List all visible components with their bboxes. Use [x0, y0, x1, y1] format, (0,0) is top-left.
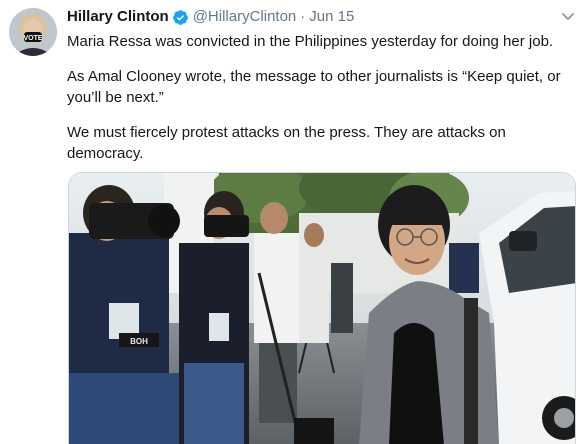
- separator-dot: ·: [300, 8, 306, 25]
- tweet-paragraph: As Amal Clooney wrote, the message to ot…: [67, 68, 561, 106]
- chevron-down-icon[interactable]: [559, 10, 577, 24]
- tweet-photo[interactable]: BOH: [68, 172, 576, 444]
- tweet-header: Hillary Clinton @HillaryClinton · Jun 15: [67, 6, 567, 28]
- vest-text: BOH: [130, 337, 148, 346]
- tweet-paragraph: We must fiercely protest attacks on the …: [67, 124, 506, 162]
- avatar-mask-text: VOTE: [23, 35, 42, 42]
- avatar[interactable]: VOTE: [9, 8, 57, 56]
- verified-badge-icon: [172, 9, 189, 26]
- tweet-text: Maria Ressa was convicted in the Philipp…: [67, 31, 567, 164]
- tweet[interactable]: VOTE Hillary Clinton @HillaryClinton · J…: [0, 0, 585, 444]
- author-handle[interactable]: @HillaryClinton: [193, 7, 297, 27]
- tweet-content: Hillary Clinton @HillaryClinton · Jun 15…: [67, 6, 567, 164]
- author-name[interactable]: Hillary Clinton: [67, 7, 169, 27]
- avatar-image: VOTE: [9, 8, 57, 56]
- photo-image: BOH: [69, 173, 575, 444]
- tweet-date[interactable]: Jun 15: [309, 7, 354, 27]
- tweet-paragraph: Maria Ressa was convicted in the Philipp…: [67, 33, 554, 50]
